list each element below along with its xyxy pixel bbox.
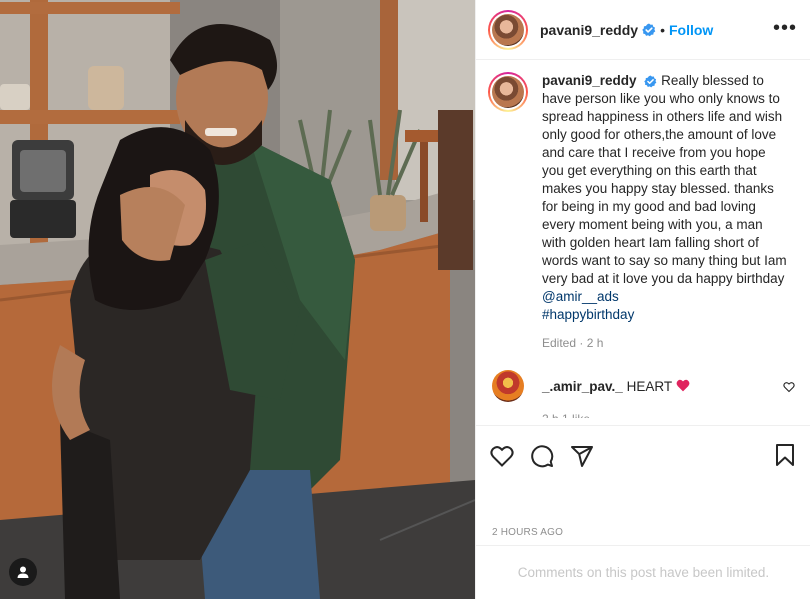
comments-section[interactable]: pavani9_reddy Really blessed to have per… [476,60,810,425]
post-side-panel: pavani9_reddy • Follow ••• pavani9_reddy [475,0,810,599]
caption: pavani9_reddy Really blessed to have per… [488,72,795,324]
verified-badge-icon [644,75,657,88]
user-tag-button[interactable] [9,558,37,586]
heart-icon [490,445,514,467]
edited-label: Edited · 2 h [542,336,604,350]
paper-plane-icon [571,445,593,467]
comment-body: HEART [626,378,672,394]
comments-limited-notice: Comments on this post have been limited. [476,545,810,599]
heart-outline-icon [783,382,795,393]
like-button[interactable] [490,445,514,467]
caption-username[interactable]: pavani9_reddy [542,73,637,88]
comment-username[interactable]: _.amir_pav._ [542,379,623,394]
comment-text: _.amir_pav._ HEART [542,379,690,394]
couple-photo-illustration [0,0,475,599]
list-item: _.amir_pav._ HEART 2 h 1 like [488,370,795,418]
verified-badge-icon [642,23,656,37]
comment-button[interactable] [530,444,554,468]
like-comment-button[interactable] [783,380,795,398]
caption-body: Really blessed to have person like you w… [542,73,787,286]
share-button[interactable] [570,444,594,468]
post-header: pavani9_reddy • Follow ••• [476,0,810,60]
hashtag-link[interactable]: #happybirthday [542,307,634,322]
comment-bubble-icon [531,444,554,467]
header-separator: • [660,21,665,38]
save-button[interactable] [775,443,795,472]
post-photo[interactable] [0,0,475,599]
user-tag-icon [17,566,29,578]
post-timestamp[interactable]: 2 HOURS AGO [492,527,563,538]
action-bar [476,425,810,485]
avatar[interactable] [488,9,528,50]
caption-text: pavani9_reddy Really blessed to have per… [542,72,790,324]
more-options-icon[interactable]: ••• [773,18,797,38]
commenter-avatar[interactable] [492,370,524,402]
follow-button[interactable]: Follow [669,22,713,38]
mention-link[interactable]: @amir__ads [542,289,619,304]
red-heart-emoji-icon [676,379,690,391]
bookmark-icon [776,444,794,466]
caption-avatar[interactable] [488,72,528,112]
author-username[interactable]: pavani9_reddy [540,22,638,38]
comment-meta: 2 h 1 like [542,412,590,418]
